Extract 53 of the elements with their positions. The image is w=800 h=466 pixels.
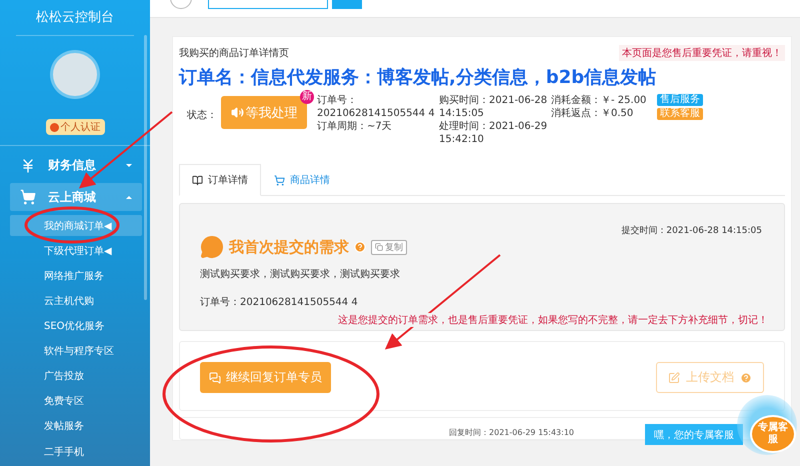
submenu-item[interactable]: 网络推广服务: [10, 265, 142, 287]
service-tag[interactable]: 售后服务: [657, 94, 703, 106]
cart-icon: [20, 189, 36, 206]
order-info: 15:42:10: [439, 133, 484, 146]
requirement-text: 测试购买要求，测试购买要求，测试购买要求: [200, 268, 401, 281]
menu-item[interactable]: 财务信息: [10, 152, 142, 180]
console-title: 松松云控制台: [16, 0, 134, 36]
support-button[interactable]: 专属客服: [750, 415, 796, 453]
order-info: 订单周期：~7天: [317, 120, 392, 133]
submenu-item[interactable]: 发帖服务: [10, 416, 142, 438]
copy-icon: [375, 243, 383, 251]
order-info: 购买时间：2021-06-28: [439, 94, 548, 107]
submenu-item[interactable]: 云主机代购: [10, 290, 142, 312]
copy-button[interactable]: 复制: [371, 240, 407, 254]
submenu-item[interactable]: 下级代理订单◀: [10, 240, 142, 262]
order-title: 订单名：信息代发服务：博客发帖,分类信息，b2b信息发帖: [179, 66, 658, 89]
menu-item[interactable]: 云上商城: [10, 183, 142, 211]
order-info: 订单号：: [317, 94, 357, 107]
notice-text: 本页面是您售后重要凭证，请重视！: [619, 45, 785, 61]
submenu-item[interactable]: SEO优化服务: [10, 315, 142, 337]
new-badge: 新: [300, 90, 314, 104]
order-number: 订单号：20210628141505544 4: [200, 296, 359, 309]
avatar: [50, 50, 100, 100]
verification-badge: 个人认证: [46, 119, 104, 136]
book-icon: [192, 174, 203, 186]
order-info: 消耗返点：￥0.50: [551, 107, 634, 120]
order-info: 20210628141505544 4: [317, 107, 435, 120]
help-icon: [354, 241, 366, 253]
reply-button[interactable]: 继续回复订单专员: [200, 362, 331, 393]
order-info: 消耗金额：￥- 25.00: [551, 94, 646, 107]
submenu-item[interactable]: 免费专区: [10, 390, 142, 412]
support-tooltip: 嘿，您的专属客服: [645, 424, 743, 445]
help-icon: [740, 372, 752, 384]
caret-icon: [126, 196, 132, 199]
service-tag[interactable]: 联系客服: [657, 108, 703, 120]
cart-icon: [274, 174, 285, 186]
submit-time: 提交时间：2021-06-28 14:15:05: [621, 224, 762, 237]
submenu-item[interactable]: 软件与程序专区: [10, 340, 142, 362]
reply-time: 回复时间：2021-06-29 15:43:10: [449, 427, 574, 438]
order-info: 14:15:05: [439, 107, 484, 120]
requirement-heading: 我首次提交的需求: [229, 238, 349, 256]
submenu-item[interactable]: 广告投放: [10, 365, 142, 387]
caret-icon: [126, 164, 132, 168]
speaker-icon: [230, 106, 244, 119]
submenu-item[interactable]: 我的商城订单◀: [10, 214, 142, 236]
submenu-item[interactable]: 二手手机: [10, 440, 142, 462]
status-label: 状态：: [187, 108, 217, 122]
order-info: 处理时间：2021-06-29: [439, 120, 548, 133]
chat-icon: [209, 372, 221, 384]
edit-icon: [668, 372, 680, 384]
tab[interactable]: 订单详情: [179, 164, 261, 196]
page-subtitle: 我购买的商品订单详情页: [179, 46, 289, 60]
chat-bubble-icon: [200, 235, 224, 259]
